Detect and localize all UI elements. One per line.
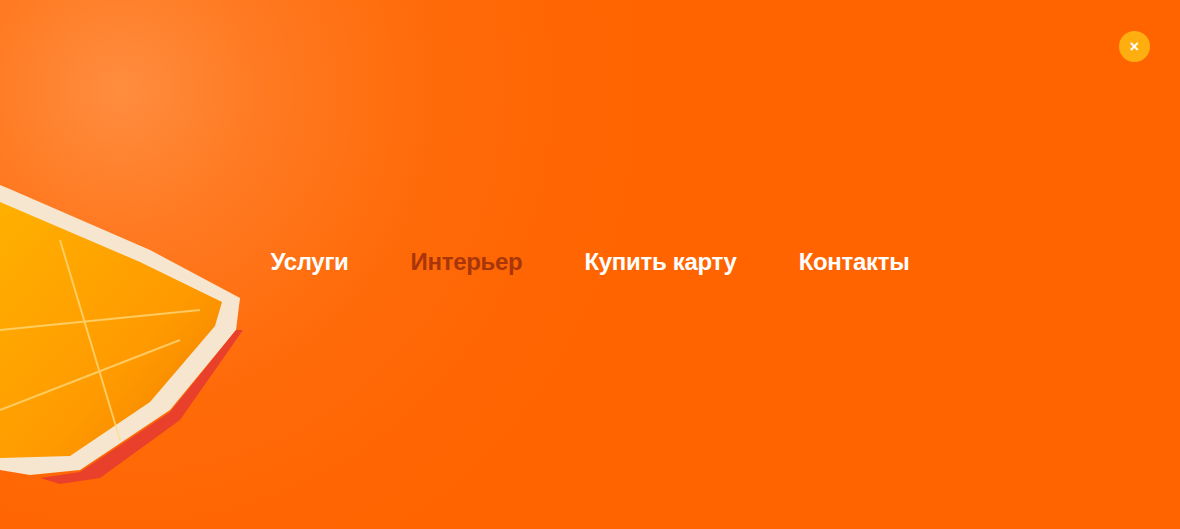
menu-item[interactable]: Услуги <box>269 244 351 280</box>
menu-overlay: Услуги Интерьер Купить карту Контакты × <box>0 0 1180 529</box>
menu-item[interactable]: Купить карту <box>582 244 738 280</box>
close-button[interactable]: × <box>1119 31 1150 62</box>
menu-item[interactable]: Контакты <box>797 244 912 280</box>
orange-slice-photo <box>0 180 245 485</box>
menu-item[interactable]: Интерьер <box>409 244 525 280</box>
main-menu: Услуги Интерьер Купить карту Контакты <box>261 244 920 280</box>
